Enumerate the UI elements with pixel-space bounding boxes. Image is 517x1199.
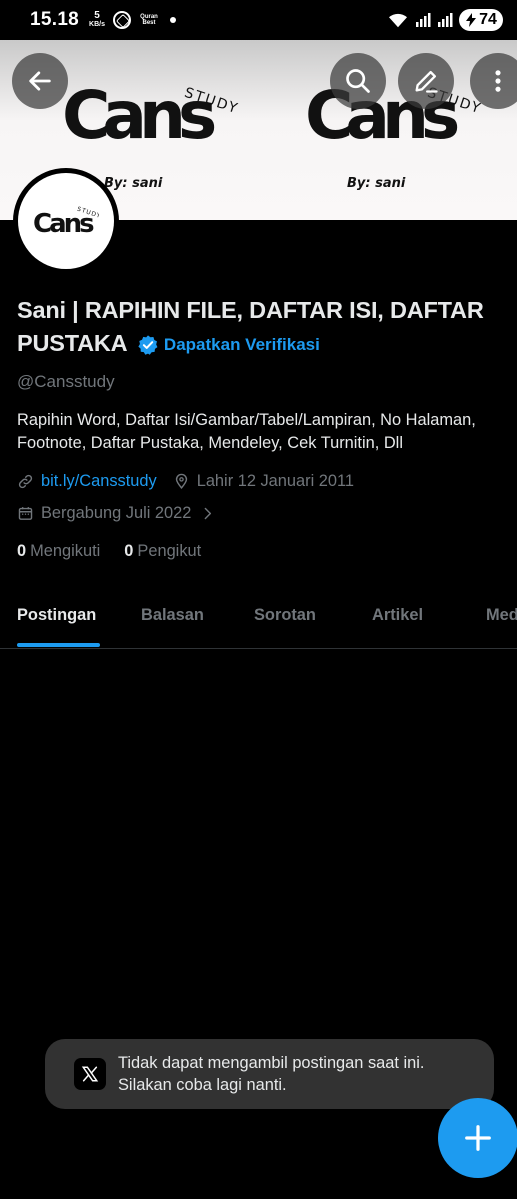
toast-message: Tidak dapat mengambil postingan saat ini… [118, 1052, 424, 1096]
x-logo-icon [74, 1058, 106, 1090]
get-verified-link[interactable]: Dapatkan Verifikasi [137, 328, 320, 361]
followers-stat[interactable]: 0 Pengikut [124, 542, 201, 561]
following-stat[interactable]: 0 Mengikuti [17, 542, 100, 561]
avatar[interactable]: Cans STUDY [13, 168, 119, 274]
tab-balasan[interactable]: Balasan [141, 606, 204, 625]
chatgpt-app-icon [113, 11, 131, 29]
error-toast: Tidak dapat mengambil postingan saat ini… [45, 1039, 494, 1109]
toast-line-1: Tidak dapat mengambil postingan saat ini… [118, 1054, 425, 1072]
profile-birthday: Lahir 12 Januari 2011 [196, 472, 355, 490]
chevron-right-icon [205, 507, 212, 520]
active-tab-indicator [17, 643, 100, 647]
followers-label: Pengikut [137, 542, 202, 560]
signal-icon [416, 13, 431, 27]
link-icon [18, 474, 33, 489]
edit-button[interactable] [398, 53, 454, 109]
charging-bolt-icon [466, 13, 477, 27]
compose-post-button[interactable] [438, 1098, 517, 1178]
battery-indicator: 74 [459, 9, 503, 31]
signal-icon-2 [438, 13, 453, 27]
wifi-icon [389, 13, 407, 28]
get-verified-label: Dapatkan Verifikasi [163, 335, 320, 355]
profile-joined: Bergabung Juli 2022 [41, 504, 192, 522]
plus-icon [465, 1125, 491, 1151]
profile-name-block: Sani | RAPIHIN FILE, DAFTAR ISI, DAFTAR … [17, 294, 517, 361]
profile-tabs: Postingan Balasan Sorotan Artikel Media [0, 589, 517, 649]
location-icon [175, 473, 187, 489]
edit-icon [415, 70, 438, 93]
followers-count: 0 [124, 542, 134, 560]
profile-handle: @Cansstudy [17, 372, 115, 391]
search-button[interactable] [330, 53, 386, 109]
profile-bio: Rapihin Word, Daftar Isi/Gambar/Tabel/La… [17, 411, 476, 452]
banner-by-line-right: By: sani [347, 176, 406, 191]
tab-artikel[interactable]: Artikel [372, 606, 423, 625]
tab-media[interactable]: Media [486, 606, 517, 625]
banner-by-line: By: sani [104, 176, 163, 191]
toast-line-2: Silakan coba lagi nanti. [118, 1076, 287, 1094]
network-speed-unit: KB/s [89, 21, 105, 28]
calendar-icon [18, 507, 33, 520]
search-icon [346, 69, 370, 93]
profile-joined-row[interactable]: Bergabung Juli 2022 [17, 504, 223, 523]
tab-postingan[interactable]: Postingan [17, 606, 96, 625]
more-options-button[interactable] [470, 53, 517, 109]
more-vertical-icon [495, 70, 501, 92]
following-count: 0 [17, 542, 27, 560]
notification-dot-icon [170, 17, 176, 23]
avatar-logo: Cans STUDY [33, 206, 99, 238]
banner-logo-left: Cans STUDY By: sani [62, 80, 242, 191]
follow-stats: 0 Mengikuti 0 Pengikut [17, 542, 201, 561]
verified-badge-icon [138, 335, 158, 355]
status-bar: 15.18 5 KB/s Quran Best 74 [0, 0, 517, 40]
battery-level: 74 [479, 11, 497, 28]
following-label: Mengikuti [30, 542, 101, 560]
profile-meta-row: bit.ly/Cansstudy Lahir 12 Januari 2011 [17, 472, 354, 491]
network-speed: 5 KB/s [89, 11, 105, 29]
profile-website-link[interactable]: bit.ly/Cansstudy [41, 472, 157, 491]
avatar-image: Cans STUDY [18, 173, 114, 269]
back-button[interactable] [12, 53, 68, 109]
tab-sorotan[interactable]: Sorotan [254, 606, 316, 625]
back-arrow-icon [29, 71, 51, 91]
network-speed-value: 5 [94, 10, 100, 21]
status-time: 15.18 [30, 9, 80, 30]
quran-app-icon: Quran Best [140, 14, 158, 26]
